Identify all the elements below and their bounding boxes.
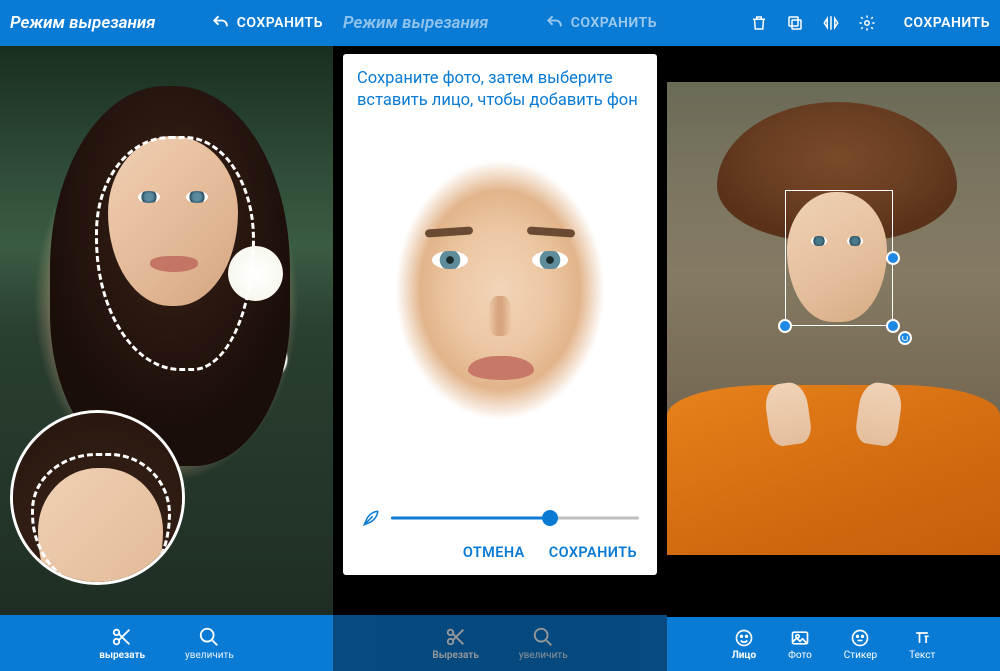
- letterbox-top: [667, 46, 1000, 82]
- face-cutout: [370, 146, 630, 466]
- tool-cut-label: вырезать: [99, 650, 145, 661]
- sticker-icon: [850, 628, 870, 648]
- slider-thumb[interactable]: [542, 510, 558, 526]
- save-dialog: Сохраните фото, затем выберите вставить …: [343, 54, 657, 575]
- save-action[interactable]: СОХРАНИТЬ: [545, 13, 657, 33]
- selection-box[interactable]: [785, 190, 893, 326]
- tab-text-label: Текст: [909, 650, 935, 661]
- tab-photo-label: Фото: [788, 650, 812, 661]
- tool-cut: Вырезать: [432, 626, 479, 661]
- zoom-icon: [532, 626, 554, 648]
- dialog-actions: ОТМЕНА СОХРАНИТЬ: [357, 532, 643, 565]
- cancel-button[interactable]: ОТМЕНА: [463, 544, 525, 561]
- screen-compose: СОХРАНИТЬ Лицо Фото: [667, 0, 1000, 671]
- text-icon: [912, 628, 932, 648]
- settings-icon[interactable]: [858, 14, 876, 32]
- tool-zoom-label: увеличить: [519, 650, 568, 661]
- photo-icon: [790, 628, 810, 648]
- cutout-preview: [357, 113, 643, 500]
- tool-zoom: увеличить: [519, 626, 568, 661]
- subject-sweater: [667, 385, 1000, 555]
- header: СОХРАНИТЬ: [667, 0, 1000, 46]
- feather-icon: [361, 508, 381, 528]
- tool-zoom[interactable]: увеличить: [185, 626, 234, 661]
- zoom-icon: [198, 626, 220, 648]
- save-label: СОХРАНИТЬ: [237, 15, 323, 31]
- scissors-icon: [111, 626, 133, 648]
- tool-cut-label: Вырезать: [432, 650, 479, 661]
- undo-icon[interactable]: [211, 13, 231, 33]
- header: Режим вырезания СОХРАНИТЬ: [0, 0, 333, 46]
- save-button[interactable]: СОХРАНИТЬ: [904, 15, 990, 31]
- header-toolbar: СОХРАНИТЬ: [750, 14, 990, 32]
- photo-canvas[interactable]: [0, 46, 333, 615]
- rotate-handle[interactable]: [898, 331, 912, 345]
- resize-handle-bottom-left[interactable]: [778, 319, 792, 333]
- compose-canvas[interactable]: [667, 82, 1000, 555]
- save-action[interactable]: СОХРАНИТЬ: [211, 13, 323, 33]
- header-title: Режим вырезания: [343, 13, 545, 33]
- header-title: Режим вырезания: [10, 13, 211, 33]
- flip-icon[interactable]: [822, 14, 840, 32]
- delete-icon[interactable]: [750, 14, 768, 32]
- tab-sticker[interactable]: Стикер: [844, 628, 877, 661]
- tab-text[interactable]: Текст: [909, 628, 935, 661]
- dialog-message: Сохраните фото, затем выберите вставить …: [357, 68, 643, 113]
- tool-zoom-label: увеличить: [185, 650, 234, 661]
- bottom-toolbar: Вырезать увеличить: [333, 615, 667, 671]
- feather-slider-row: [357, 500, 643, 532]
- feather-slider[interactable]: [391, 506, 639, 530]
- header: Режим вырезания СОХРАНИТЬ: [333, 0, 667, 46]
- resize-handle-right[interactable]: [886, 251, 900, 265]
- face-icon: [734, 628, 754, 648]
- confirm-button[interactable]: СОХРАНИТЬ: [549, 544, 637, 561]
- tool-cut[interactable]: вырезать: [99, 626, 145, 661]
- screen-cut-mode: Режим вырезания СОХРАНИТЬ вырезать: [0, 0, 333, 671]
- bottom-tabs: Лицо Фото Стикер Текст: [667, 617, 1000, 671]
- tab-face-label: Лицо: [732, 650, 756, 661]
- copy-icon[interactable]: [786, 14, 804, 32]
- tab-sticker-label: Стикер: [844, 650, 877, 661]
- screen-save-dialog: Режим вырезания СОХРАНИТЬ Сохраните фото…: [333, 0, 667, 671]
- slider-fill: [391, 517, 550, 520]
- save-label: СОХРАНИТЬ: [571, 15, 657, 31]
- dialog-backdrop: Сохраните фото, затем выберите вставить …: [333, 46, 667, 615]
- scissors-icon: [445, 626, 467, 648]
- resize-handle-bottom-right[interactable]: [886, 319, 900, 333]
- bottom-toolbar: вырезать увеличить: [0, 615, 333, 671]
- tab-face[interactable]: Лицо: [732, 628, 756, 661]
- letterbox-bottom: [667, 555, 1000, 617]
- magnifier-loupe: [10, 410, 185, 585]
- undo-icon[interactable]: [545, 13, 565, 33]
- tab-photo[interactable]: Фото: [788, 628, 812, 661]
